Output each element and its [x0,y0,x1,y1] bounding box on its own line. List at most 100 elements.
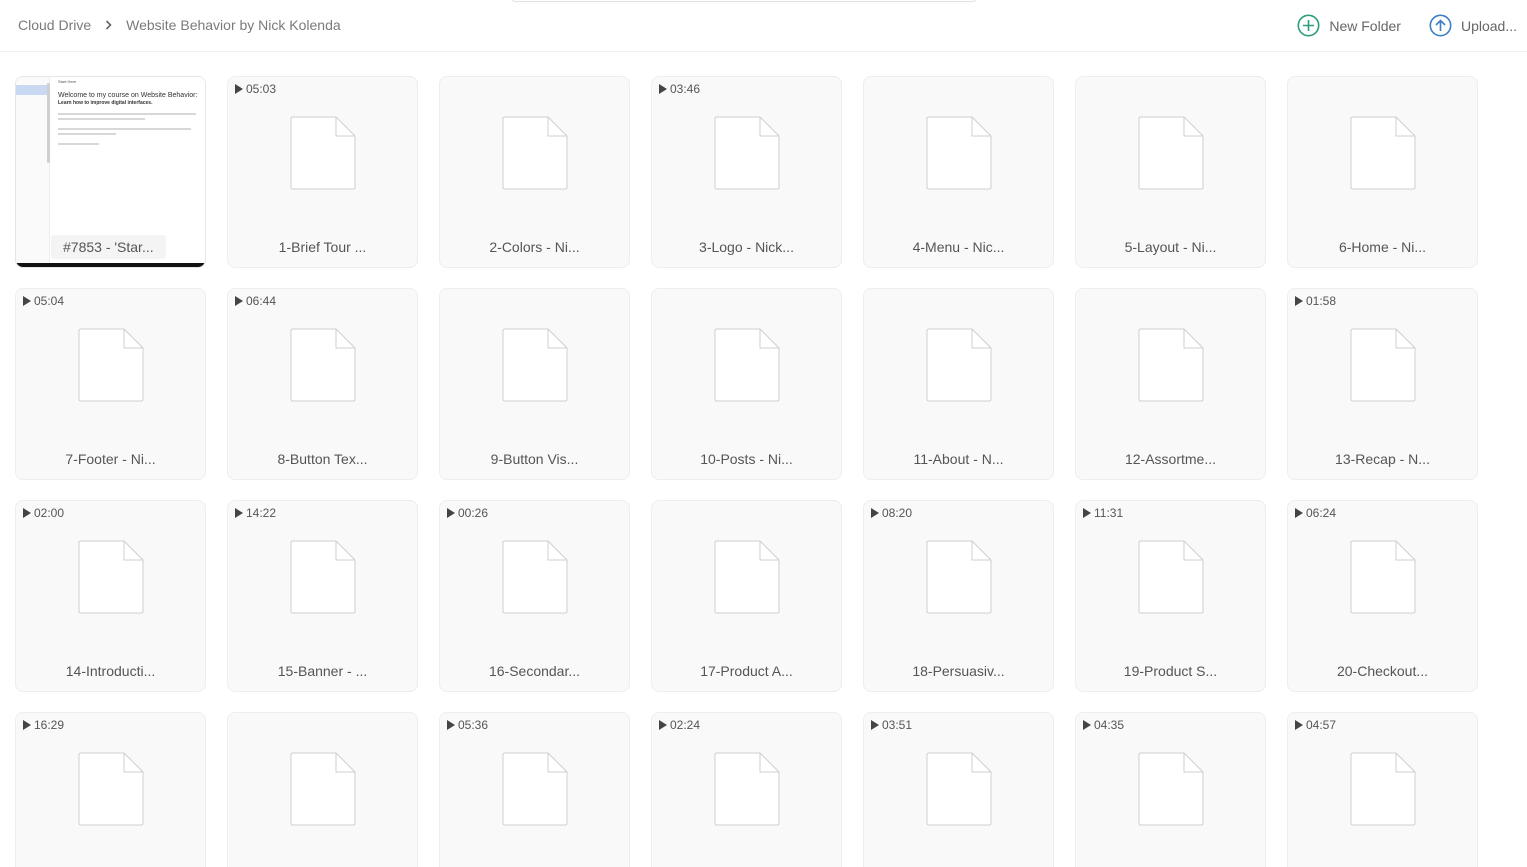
file-tile[interactable]: 08:20 18-Persuasiv... [863,500,1054,692]
file-name: 13-Recap - N... [1335,451,1430,467]
file-tile[interactable]: 03:46 3-Logo - Nick... [651,76,842,268]
file-tile[interactable]: 06:44 8-Button Tex... [227,288,418,480]
play-icon [235,508,243,518]
file-name: 18-Persuasiv... [912,663,1005,679]
file-tile[interactable]: 02:24 [651,712,842,867]
file-icon [1350,752,1416,826]
upload-arrow-icon [1429,14,1452,37]
preview-text-line [58,118,145,121]
file-tile[interactable]: 01:58 13-Recap - N... [1287,288,1478,480]
file-tile[interactable]: 2-Colors - Ni... [439,76,630,268]
file-tile[interactable]: 16:29 [15,712,206,867]
video-duration: 00:26 [447,506,488,520]
file-icon [78,328,144,402]
preview-text-line [58,133,116,136]
play-icon [1083,508,1091,518]
file-tile[interactable]: 04:35 [1075,712,1266,867]
file-tile[interactable]: 10-Posts - Ni... [651,288,842,480]
file-tile[interactable]: 14:22 15-Banner - ... [227,500,418,692]
file-name: 19-Product S... [1123,663,1218,679]
file-tile[interactable]: 03:51 [863,712,1054,867]
duration-text: 03:46 [670,82,701,96]
file-icon [714,752,780,826]
file-icon [290,752,356,826]
upload-button[interactable]: Upload... [1429,14,1517,37]
preview-text-line [58,113,196,116]
file-tile[interactable]: 06:24 20-Checkout... [1287,500,1478,692]
preview-text-line [58,128,192,131]
file-name: 12-Assortme... [1124,451,1217,467]
file-name: #7853 - 'Star... [51,235,166,259]
duration-text: 05:36 [458,718,489,732]
duration-text: 04:35 [1094,718,1125,732]
file-tile[interactable] [227,712,418,867]
video-duration: 04:57 [1295,718,1336,732]
video-duration: 03:51 [871,718,912,732]
file-icon [1138,116,1204,190]
play-icon [235,296,243,306]
file-icon [290,540,356,614]
file-icon [714,540,780,614]
file-name: 10-Posts - Ni... [700,451,793,467]
video-duration: 06:44 [235,294,276,308]
file-tile[interactable]: 05:36 [439,712,630,867]
play-icon [1295,720,1303,730]
file-tile[interactable]: Start Here Welcome to my course on Websit… [15,76,206,268]
preview-text-line [58,143,99,146]
video-duration: 16:29 [23,718,64,732]
file-tile[interactable]: 04:57 [1287,712,1478,867]
file-tile[interactable]: 11:31 19-Product S... [1075,500,1266,692]
file-tile[interactable]: 17-Product A... [651,500,842,692]
new-folder-label: New Folder [1329,17,1401,34]
duration-text: 04:57 [1306,718,1337,732]
new-folder-button[interactable]: New Folder [1297,14,1401,37]
preview-crumb: Start Here [58,79,77,84]
file-icon [78,540,144,614]
file-name: 4-Menu - Nic... [912,239,1005,255]
file-tile[interactable]: 4-Menu - Nic... [863,76,1054,268]
file-name: 8-Button Tex... [277,451,368,467]
file-tile[interactable]: 05:03 1-Brief Tour ... [227,76,418,268]
file-tile[interactable]: 12-Assortme... [1075,288,1266,480]
file-icon [1350,328,1416,402]
file-name: 9-Button Vis... [490,451,579,467]
breadcrumb-cloud-drive[interactable]: Cloud Drive [18,17,91,33]
file-tile[interactable]: 00:26 16-Secondar... [439,500,630,692]
play-icon [447,508,455,518]
play-icon [1083,720,1091,730]
file-name: 7-Footer - Ni... [65,451,156,467]
header-bar: Cloud Drive Website Behavior by Nick Kol… [0,0,1527,52]
duration-text: 06:24 [1306,506,1337,520]
file-tile[interactable]: 5-Layout - Ni... [1075,76,1266,268]
file-name: 16-Secondar... [488,663,581,679]
duration-text: 08:20 [882,506,913,520]
duration-text: 14:22 [246,506,277,520]
chevron-right-icon [105,20,112,30]
file-icon [926,540,992,614]
duration-text: 11:31 [1094,506,1124,520]
file-tile[interactable]: 05:04 7-Footer - Ni... [15,288,206,480]
preview-bottom-bar [16,263,205,267]
preview-scrollbar [47,83,50,163]
file-tile[interactable]: 6-Home - Ni... [1287,76,1478,268]
upload-label: Upload... [1460,17,1517,34]
header-actions: New Folder Upload... [1269,14,1517,37]
file-icon [290,328,356,402]
preview-content: Start Here Welcome to my course on Websit… [58,79,203,148]
play-icon [235,84,243,94]
preview-title: Welcome to my course on Website Behavior… [58,91,198,99]
file-tile[interactable]: 02:00 14-Introducti... [15,500,206,692]
file-icon [926,116,992,190]
file-tile[interactable]: 9-Button Vis... [439,288,630,480]
file-name: 2-Colors - Ni... [489,239,580,255]
file-name: 6-Home - Ni... [1338,239,1427,255]
file-grid: Start Here Welcome to my course on Websit… [15,76,1478,867]
file-tile[interactable]: 11-About - N... [863,288,1054,480]
play-icon [871,720,879,730]
duration-text: 00:26 [458,506,489,520]
file-icon [1138,328,1204,402]
file-name: 20-Checkout... [1336,663,1429,679]
video-duration: 04:35 [1083,718,1124,732]
preview-sidebar [16,77,50,263]
file-icon [926,752,992,826]
